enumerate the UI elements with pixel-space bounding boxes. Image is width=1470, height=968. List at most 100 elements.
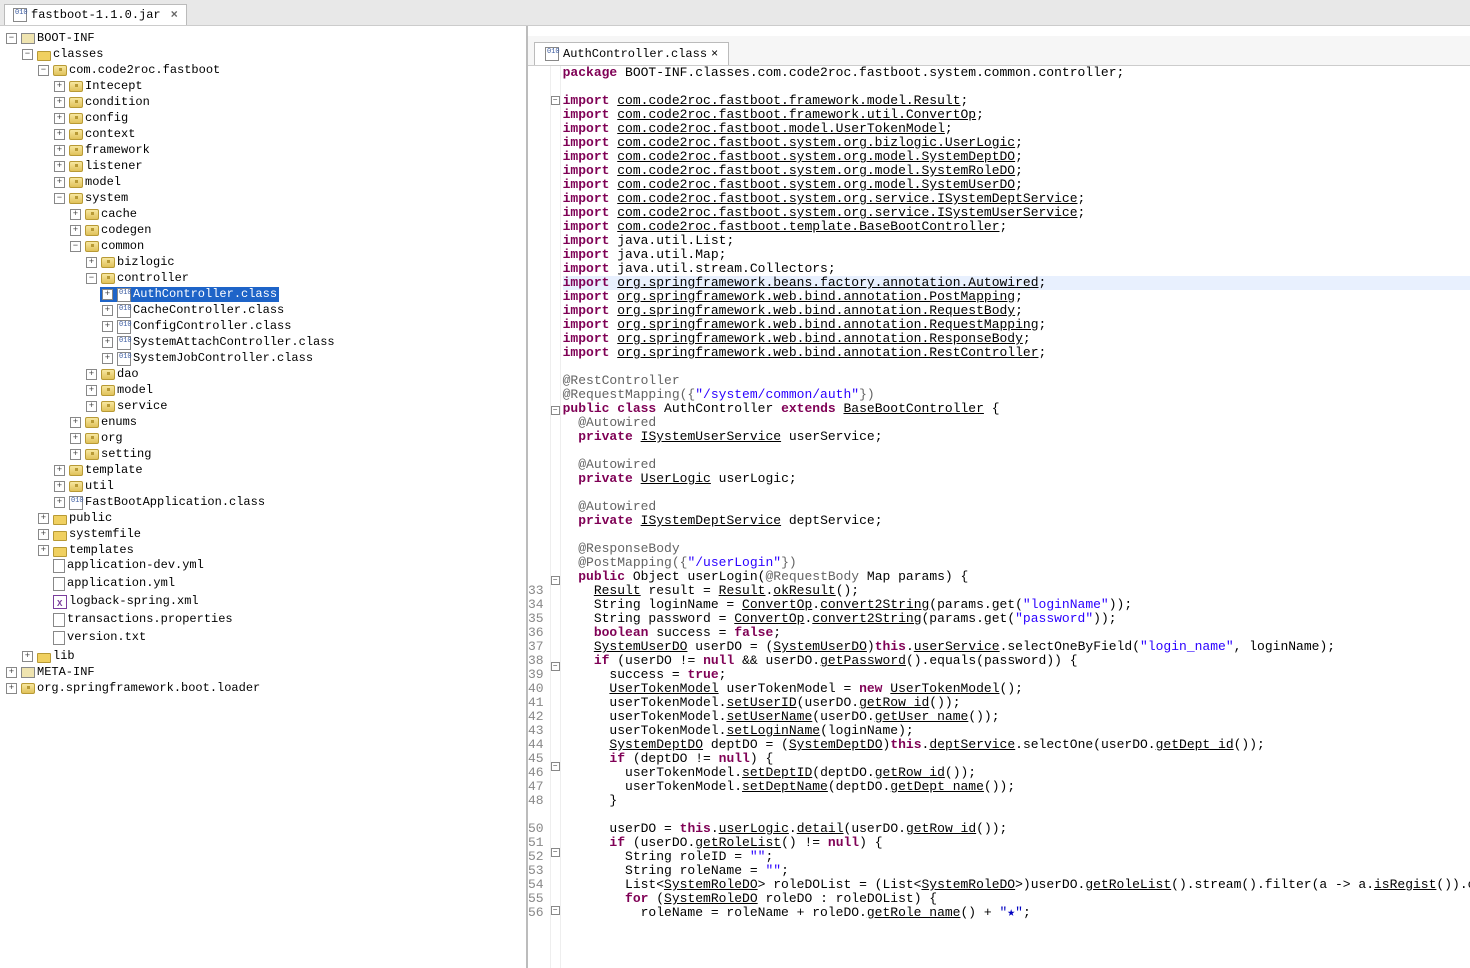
toggle-icon[interactable]: +: [70, 417, 81, 428]
fold-column[interactable]: − − − − − − −: [551, 66, 561, 968]
tree-leaf[interactable]: CacheController.class: [133, 303, 284, 318]
editor-tab-label: AuthController.class: [563, 47, 707, 61]
tree-node[interactable]: lib: [53, 649, 75, 664]
toggle-icon[interactable]: +: [38, 545, 49, 556]
tree-node[interactable]: service: [117, 399, 167, 414]
tree-leaf[interactable]: version.txt: [67, 630, 146, 645]
tree-node[interactable]: templates: [69, 543, 134, 558]
tree-node-selected[interactable]: + AuthController.class: [100, 287, 279, 302]
toggle-icon[interactable]: +: [54, 177, 65, 188]
class-icon: [117, 352, 131, 366]
tree-node[interactable]: model: [117, 383, 153, 398]
tree-node[interactable]: systemfile: [69, 527, 141, 542]
tree-leaf[interactable]: FastBootApplication.class: [85, 495, 265, 510]
toggle-icon[interactable]: +: [54, 465, 65, 476]
toggle-icon[interactable]: −: [38, 65, 49, 76]
toggle-icon[interactable]: −: [6, 33, 17, 44]
tree-node[interactable]: BOOT-INF: [37, 31, 95, 46]
tree-node[interactable]: cache: [101, 207, 137, 222]
tree-leaf[interactable]: AuthController.class: [133, 287, 277, 302]
class-icon: [545, 47, 559, 61]
tree-node[interactable]: config: [85, 111, 128, 126]
toggle-icon[interactable]: +: [54, 81, 65, 92]
toggle-icon[interactable]: +: [70, 449, 81, 460]
tree-leaf[interactable]: SystemAttachController.class: [133, 335, 335, 350]
fold-toggle-icon[interactable]: −: [551, 906, 560, 915]
toggle-icon[interactable]: +: [54, 97, 65, 108]
tree-node[interactable]: setting: [101, 447, 151, 462]
toggle-icon[interactable]: +: [102, 305, 113, 316]
close-icon[interactable]: ×: [711, 47, 718, 61]
toggle-icon[interactable]: +: [86, 401, 97, 412]
toggle-icon[interactable]: +: [54, 145, 65, 156]
toggle-icon[interactable]: +: [86, 369, 97, 380]
fold-toggle-icon[interactable]: −: [551, 576, 560, 585]
toggle-icon[interactable]: −: [54, 193, 65, 204]
toggle-icon[interactable]: +: [102, 289, 113, 300]
tree-node[interactable]: enums: [101, 415, 137, 430]
tree-leaf[interactable]: logback-spring.xml: [69, 594, 199, 609]
toggle-icon[interactable]: +: [54, 113, 65, 124]
tree-node[interactable]: context: [85, 127, 135, 142]
tree-node[interactable]: listener: [85, 159, 143, 174]
tree-node[interactable]: common: [101, 239, 144, 254]
package-explorer[interactable]: −BOOT-INF −classes −com.code2roc.fastboo…: [0, 26, 528, 968]
toggle-icon[interactable]: +: [22, 651, 33, 662]
tree-node[interactable]: org.springframework.boot.loader: [37, 681, 260, 696]
toggle-icon[interactable]: +: [38, 513, 49, 524]
toggle-icon[interactable]: +: [6, 667, 17, 678]
tree-node[interactable]: model: [85, 175, 121, 190]
tree-node[interactable]: framework: [85, 143, 150, 158]
tree-node[interactable]: Intecept: [85, 79, 143, 94]
fold-toggle-icon[interactable]: −: [551, 848, 560, 857]
toggle-icon[interactable]: +: [102, 321, 113, 332]
tree-node[interactable]: dao: [117, 367, 139, 382]
toggle-icon[interactable]: +: [70, 433, 81, 444]
tree-node[interactable]: system: [85, 191, 128, 206]
folder-icon: [37, 653, 51, 663]
toggle-icon[interactable]: −: [70, 241, 81, 252]
tree-node[interactable]: condition: [85, 95, 150, 110]
toggle-icon[interactable]: +: [70, 225, 81, 236]
toggle-icon[interactable]: +: [54, 129, 65, 140]
tree-leaf[interactable]: transactions.properties: [67, 612, 233, 627]
tree-leaf[interactable]: SystemJobController.class: [133, 351, 313, 366]
toggle-icon[interactable]: +: [38, 529, 49, 540]
tree-node[interactable]: bizlogic: [117, 255, 175, 270]
toggle-icon[interactable]: −: [86, 273, 97, 284]
close-icon[interactable]: ×: [165, 8, 178, 22]
tree-node[interactable]: controller: [117, 271, 189, 286]
tree-node[interactable]: public: [69, 511, 112, 526]
tree-node[interactable]: template: [85, 463, 143, 478]
tree-node[interactable]: org: [101, 431, 123, 446]
toggle-icon[interactable]: −: [22, 49, 33, 60]
fold-toggle-icon[interactable]: −: [551, 406, 560, 415]
tree-leaf[interactable]: application-dev.yml: [67, 558, 204, 573]
tree-leaf[interactable]: ConfigController.class: [133, 319, 291, 334]
tree-node[interactable]: META-INF: [37, 665, 95, 680]
fold-toggle-icon[interactable]: −: [551, 762, 560, 771]
toggle-icon[interactable]: +: [54, 161, 65, 172]
file-icon: [53, 559, 65, 573]
tree-leaf[interactable]: application.yml: [67, 576, 175, 591]
package-icon: [69, 161, 83, 172]
package-icon: [69, 113, 83, 124]
jar-tab[interactable]: fastboot-1.1.0.jar ×: [4, 4, 187, 25]
code-area[interactable]: package BOOT-INF.classes.com.code2roc.fa…: [561, 66, 1470, 968]
toggle-icon[interactable]: +: [70, 209, 81, 220]
fold-toggle-icon[interactable]: −: [551, 96, 560, 105]
editor-tab[interactable]: AuthController.class ×: [534, 42, 729, 65]
fold-toggle-icon[interactable]: −: [551, 662, 560, 671]
toggle-icon[interactable]: +: [54, 497, 65, 508]
source-editor[interactable]: 3334353637383940414243444546474850515253…: [528, 66, 1470, 968]
toggle-icon[interactable]: +: [86, 385, 97, 396]
tree-node[interactable]: classes: [53, 47, 103, 62]
toggle-icon[interactable]: +: [86, 257, 97, 268]
tree-node[interactable]: util: [85, 479, 114, 494]
toggle-icon[interactable]: +: [6, 683, 17, 694]
toggle-icon[interactable]: +: [54, 481, 65, 492]
tree-node[interactable]: codegen: [101, 223, 151, 238]
toggle-icon[interactable]: +: [102, 353, 113, 364]
tree-node[interactable]: com.code2roc.fastboot: [69, 63, 220, 78]
toggle-icon[interactable]: +: [102, 337, 113, 348]
